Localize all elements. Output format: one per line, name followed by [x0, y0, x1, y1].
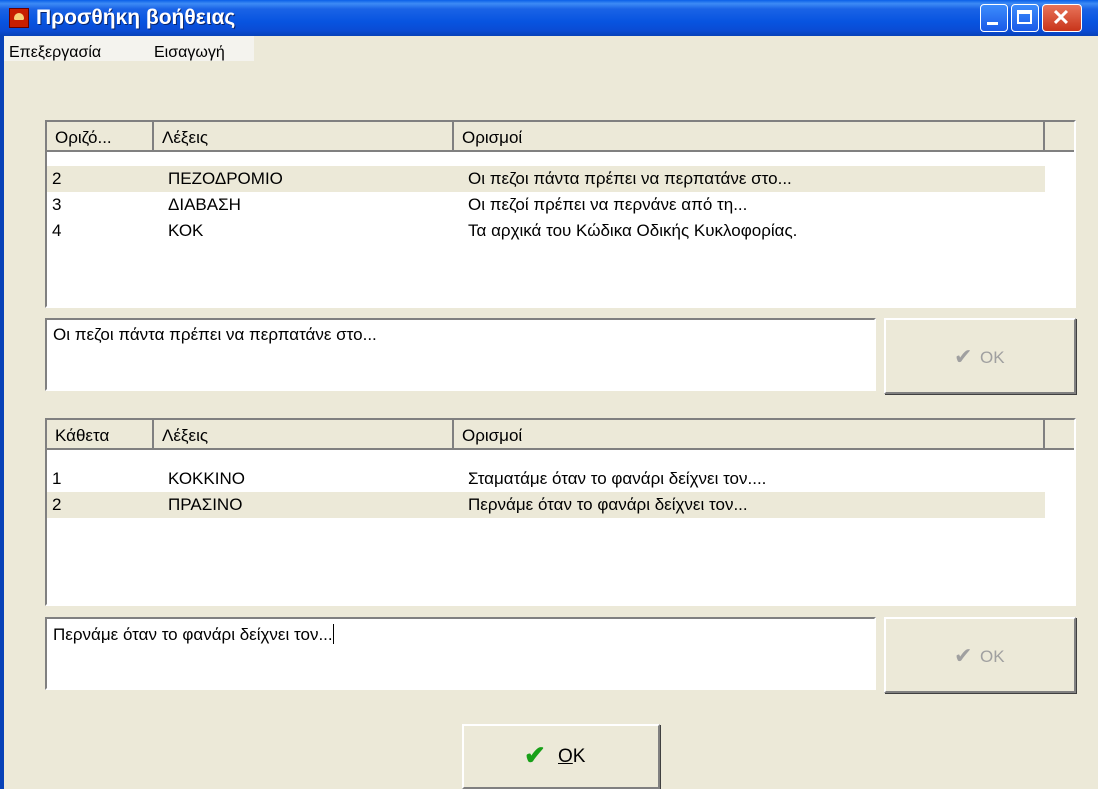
row-number: 3	[52, 195, 62, 214]
down-definition-input[interactable]: Περνάμε όταν το φανάρι δείχνει τον...	[45, 617, 876, 690]
row-definition: Σταματάμε όταν το φανάρι δείχνει τον....	[468, 469, 767, 488]
ok-button[interactable]: ✔ OK	[462, 724, 660, 789]
table-row[interactable]: 2 ΠΡΑΣΙΝΟ Περνάμε όταν το φανάρι δείχνει…	[47, 492, 1045, 518]
table-row[interactable]: 3 ΔΙΑΒΑΣΗ Οι πεζοί πρέπει να περνάνε από…	[47, 192, 1045, 218]
header-filler	[1045, 420, 1074, 450]
header-down[interactable]: Κάθετα	[47, 420, 154, 450]
header-filler	[1045, 122, 1074, 152]
row-word: ΔΙΑΒΑΣΗ	[168, 195, 241, 214]
title-bar[interactable]: Προσθήκη βοήθειας ✕	[0, 0, 1098, 36]
header-words[interactable]: Λέξεις	[154, 122, 454, 152]
across-definition-input[interactable]: Οι πεζοι πάντα πρέπει να περπατάνε στο..…	[45, 318, 876, 391]
row-word: ΠΡΑΣΙΝΟ	[168, 495, 243, 514]
minimize-icon	[987, 22, 998, 25]
header-across[interactable]: Οριζό...	[47, 122, 154, 152]
row-word: ΚΟΚ	[168, 221, 204, 240]
row-word: ΠΕΖΟΔΡΟΜΙΟ	[168, 169, 283, 188]
row-definition: Οι πεζοι πάντα πρέπει να περπατάνε στο..…	[468, 169, 792, 188]
row-definition: Οι πεζοί πρέπει να περνάνε από τη...	[468, 195, 748, 214]
minimize-button[interactable]	[980, 4, 1008, 32]
check-icon: ✔	[954, 643, 973, 668]
down-list[interactable]: Κάθετα Λέξεις Ορισμοί 1 ΚΟΚΚΙΝΟ Σταματάμ…	[45, 418, 1076, 606]
table-row[interactable]: 2 ΠΕΖΟΔΡΟΜΙΟ Οι πεζοι πάντα πρέπει να πε…	[47, 166, 1045, 192]
window-left-border	[0, 36, 4, 789]
header-definitions[interactable]: Ορισμοί	[454, 122, 1045, 152]
check-icon: ✔	[954, 344, 973, 369]
table-row[interactable]: 1 ΚΟΚΚΙΝΟ Σταματάμε όταν το φανάρι δείχν…	[47, 466, 1045, 492]
header-words[interactable]: Λέξεις	[154, 420, 454, 450]
row-number: 4	[52, 221, 62, 240]
down-ok-label: OK	[980, 647, 1005, 666]
window-title: Προσθήκη βοήθειας	[36, 6, 236, 29]
text-caret	[332, 624, 334, 644]
across-ok-label: OK	[980, 348, 1005, 367]
menu-edit[interactable]: Επεξεργασία	[9, 44, 101, 62]
header-definitions[interactable]: Ορισμοί	[454, 420, 1045, 450]
row-definition: Τα αρχικά του Κώδικα Οδικής Κυκλοφορίας.	[468, 221, 798, 240]
across-ok-button[interactable]: ✔ OK	[884, 318, 1076, 394]
down-ok-button[interactable]: ✔ OK	[884, 617, 1076, 693]
row-number: 2	[52, 169, 62, 188]
dialog-window: Προσθήκη βοήθειας ✕ Επεξεργασία Εισαγωγή…	[0, 0, 1098, 789]
app-icon[interactable]	[9, 8, 29, 28]
across-list[interactable]: Οριζό... Λέξεις Ορισμοί 2 ΠΕΖΟΔΡΟΜΙΟ Οι …	[45, 120, 1076, 308]
down-definition-text: Περνάμε όταν το φανάρι δείχνει τον...	[53, 625, 333, 644]
check-icon: ✔	[524, 740, 546, 770]
table-row[interactable]: 4 ΚΟΚ Τα αρχικά του Κώδικα Οδικής Κυκλοφ…	[47, 218, 1045, 244]
maximize-icon	[1017, 10, 1032, 24]
row-definition: Περνάμε όταν το φανάρι δείχνει τον...	[468, 495, 748, 514]
close-button[interactable]: ✕	[1042, 4, 1082, 32]
maximize-button[interactable]	[1011, 4, 1039, 32]
row-number: 1	[52, 469, 62, 488]
row-number: 2	[52, 495, 62, 514]
menu-insert[interactable]: Εισαγωγή	[154, 44, 225, 62]
row-word: ΚΟΚΚΙΝΟ	[168, 469, 245, 488]
close-icon: ✕	[1051, 5, 1071, 30]
ok-button-label: OK	[558, 746, 586, 767]
